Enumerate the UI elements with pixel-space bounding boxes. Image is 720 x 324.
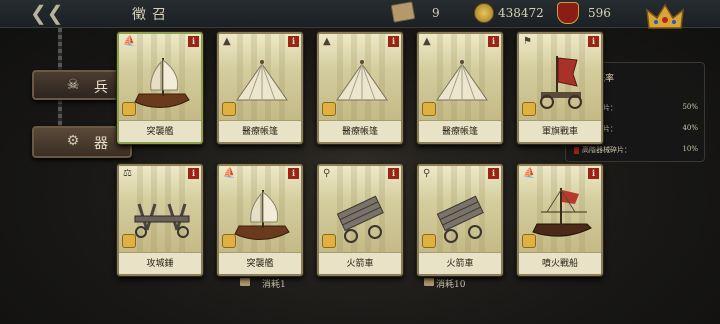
info-icon[interactable]: i [588, 36, 599, 47]
card-raid-ship[interactable]: ⛵ i 突襲艦 [117, 32, 203, 144]
scroll-icon [424, 278, 434, 286]
card-name: 突襲艦 [146, 127, 174, 137]
card-name-bar: 醫療帳篷 [319, 120, 401, 142]
tent-type-icon: ▲ [223, 36, 231, 47]
mask-icon [557, 2, 579, 24]
page-title: 徵召 [132, 7, 172, 23]
fireship-type-icon: ⛵ [523, 168, 536, 179]
warship-illustration [234, 190, 290, 240]
probability-row: 高階器械碎片： 10% [574, 145, 700, 155]
card-name: 醫療帳篷 [241, 127, 278, 137]
puzzle-piece-icon [522, 102, 536, 116]
probability-label: 高階器械碎片： [582, 146, 631, 154]
puzzle-piece-icon [222, 102, 236, 116]
rocket-type-icon: ⚲ [423, 168, 431, 179]
card-raid-ship[interactable]: ⛵ i 突襲艦 [217, 164, 303, 276]
card-name-bar: 火箭車 [419, 252, 501, 274]
info-icon[interactable]: i [188, 168, 199, 179]
card-name: 突襲艦 [246, 259, 274, 269]
card-name-bar: 軍旗戰車 [519, 120, 601, 142]
scroll-count: 9 [432, 6, 440, 20]
fire-ship-illustration [532, 188, 592, 237]
info-icon[interactable]: i [388, 168, 399, 179]
card-name: 火箭車 [346, 259, 374, 269]
cannon-icon: ⚙ [66, 133, 80, 149]
card-medical-tent[interactable]: ▲ i 醫療帳篷 [417, 32, 503, 144]
probability-value: 40% [682, 124, 698, 132]
flag-type-icon: ⚑ [523, 36, 532, 47]
card-rocket-cart[interactable]: ⚲ i 火箭車 [317, 164, 403, 276]
info-icon[interactable]: i [488, 36, 499, 47]
info-icon[interactable]: i [588, 168, 599, 179]
rocket-cart-illustration [436, 195, 484, 243]
card-name: 醫療帳篷 [341, 127, 378, 137]
info-icon[interactable]: i [188, 36, 199, 47]
rocket-cart-illustration [336, 195, 384, 243]
coin-icon [474, 3, 494, 23]
info-icon[interactable]: i [288, 36, 299, 47]
card-fire-ship[interactable]: ⛵ i 噴火戰船 [517, 164, 603, 276]
back-arrow-icon[interactable]: ❮❮ [30, 3, 64, 23]
tab-label: 兵 [94, 80, 108, 96]
card-name: 醫療帳篷 [441, 127, 478, 137]
tent-illustration [236, 60, 288, 101]
puzzle-piece-icon [322, 234, 336, 248]
card-name-bar: 攻城錘 [119, 252, 201, 274]
puzzle-piece-icon [222, 234, 236, 248]
puzzle-piece-icon [122, 102, 136, 116]
card-name-bar: 突襲艦 [119, 120, 201, 142]
info-icon[interactable]: i [488, 168, 499, 179]
card-rocket-cart[interactable]: ⚲ i 火箭車 [417, 164, 503, 276]
card-medical-tent[interactable]: ▲ i 醫療帳篷 [217, 32, 303, 144]
probability-value: 10% [682, 145, 698, 153]
tent-illustration [436, 60, 488, 101]
card-medical-tent[interactable]: ▲ i 醫療帳篷 [317, 32, 403, 144]
card-name-bar: 突襲艦 [219, 252, 301, 274]
flag-cart-illustration [540, 56, 582, 109]
info-icon[interactable]: i [388, 36, 399, 47]
card-name-bar: 噴火戰船 [519, 252, 601, 274]
card-name-bar: 醫療帳篷 [419, 120, 501, 142]
rocket-type-icon: ⚲ [323, 168, 331, 179]
ship-type-icon: ⛵ [123, 36, 136, 47]
scroll-icon [390, 1, 416, 23]
cost-single: 消耗1 [262, 280, 286, 290]
info-icon[interactable]: i [288, 168, 299, 179]
card-name: 噴火戰船 [541, 259, 578, 269]
helmet-icon: ☠ [66, 77, 80, 93]
puzzle-piece-icon [522, 234, 536, 248]
tent-type-icon: ▲ [323, 36, 331, 47]
tent-type-icon: ▲ [423, 36, 431, 47]
card-name: 軍旗戰車 [541, 127, 578, 137]
card-name: 攻城錘 [146, 259, 174, 269]
tab-soldiers[interactable]: ☠ 兵 [32, 70, 124, 100]
ship-type-icon: ⛵ [223, 168, 236, 179]
puzzle-piece-icon [422, 102, 436, 116]
card-battering-ram[interactable]: ⚖ i 攻城錘 [117, 164, 203, 276]
chain-decoration [58, 100, 62, 128]
ram-illustration [134, 203, 190, 238]
tent-illustration [336, 60, 388, 101]
tab-label: 器 [94, 136, 108, 152]
scroll-icon [240, 278, 250, 286]
card-flag-chariot[interactable]: ⚑ i 軍旗戰車 [517, 32, 603, 144]
card-name-bar: 火箭車 [319, 252, 401, 274]
cost-ten: 消耗10 [436, 280, 466, 290]
coin-count: 438472 [498, 6, 544, 20]
card-name: 火箭車 [446, 259, 474, 269]
rarity-swatch [574, 146, 579, 154]
card-name-bar: 醫療帳篷 [219, 120, 301, 142]
probability-value: 50% [682, 103, 698, 111]
puzzle-piece-icon [422, 234, 436, 248]
crown-icon[interactable] [645, 2, 685, 32]
chain-decoration [58, 28, 62, 72]
warship-illustration [134, 58, 190, 108]
ram-type-icon: ⚖ [123, 168, 132, 179]
puzzle-piece-icon [322, 102, 336, 116]
puzzle-piece-icon [122, 234, 136, 248]
mask-count: 596 [588, 6, 611, 20]
top-bar: ❮❮ 徵召 9 438472 596 [0, 0, 720, 29]
